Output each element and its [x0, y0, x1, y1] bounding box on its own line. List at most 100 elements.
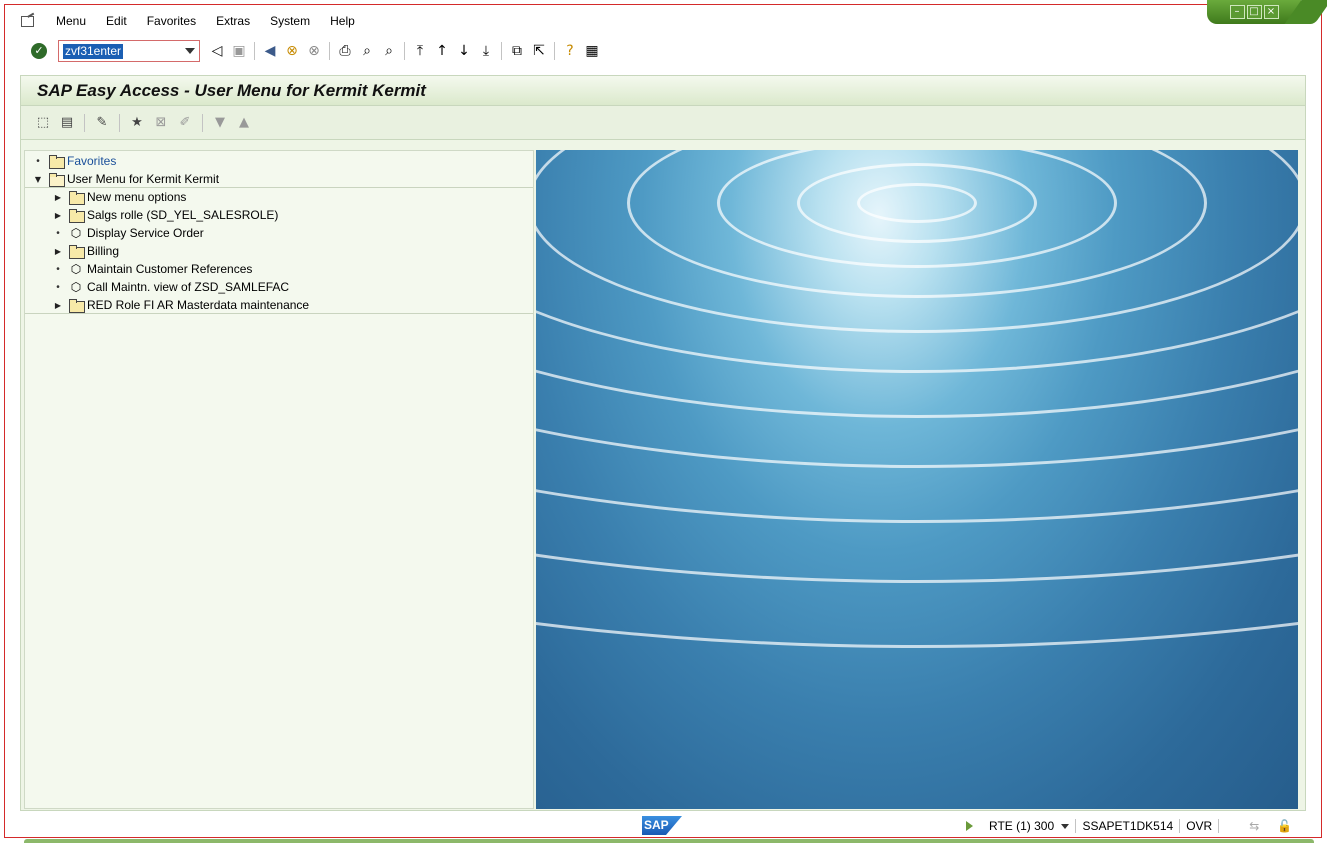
sap-logo: SAP — [642, 816, 682, 835]
tree-node-display-service-order[interactable]: • ⬡ Display Service Order — [53, 224, 204, 242]
user-menu-icon[interactable]: ✎ — [91, 112, 113, 134]
tree-node-call-maintn-view[interactable]: • ⬡ Call Maintn. view of ZSD_SAMLEFAC — [53, 278, 289, 296]
folder-icon — [69, 245, 85, 259]
bullet-icon: • — [56, 227, 60, 239]
menu-tree: • Favorites ▼ User Menu for Kermit Kermi… — [24, 150, 534, 809]
toolbar-separator — [119, 113, 120, 132]
main-panel: SAP Easy Access - User Menu for Kermit K… — [20, 75, 1306, 811]
folder-icon — [69, 191, 85, 205]
collapsed-arrow-icon[interactable]: ▶ — [53, 193, 63, 202]
create-shortcut-icon[interactable]: ⇱ — [529, 41, 549, 61]
enter-button[interactable]: ✓ — [29, 41, 49, 61]
open-folder-icon — [49, 173, 65, 187]
page-title: SAP Easy Access - User Menu for Kermit K… — [37, 80, 426, 100]
tree-node-label: Favorites — [67, 154, 117, 168]
help-icon[interactable]: ? — [560, 41, 580, 61]
find-icon[interactable]: ⌕ — [357, 41, 377, 61]
close-button[interactable]: × — [1263, 5, 1279, 19]
easy-access-picture — [536, 150, 1298, 809]
sap-menu-icon[interactable]: ▤ — [56, 112, 78, 134]
maximize-button[interactable]: □ — [1246, 5, 1262, 19]
next-page-icon[interactable]: ↓ — [454, 41, 474, 61]
find-next-icon[interactable]: ⌕ — [379, 41, 399, 61]
connection-icon: ⇆ — [1249, 819, 1260, 833]
tree-node-label: Display Service Order — [87, 226, 204, 240]
tree-node-new-menu-options[interactable]: ▶ New menu options — [53, 188, 186, 206]
tree-node-label: Salgs rolle (SD_YEL_SALESROLE) — [87, 208, 279, 222]
tree-node-label: RED Role FI AR Masterdata maintenance — [87, 298, 310, 312]
server-name: SSAPET1DK514 — [1076, 819, 1181, 833]
bullet-icon: • — [36, 155, 40, 167]
system-client[interactable]: RTE (1) 300 — [983, 819, 1077, 833]
application-toolbar: ⬚ ▤ ✎ ★ ⊠ ✐ ▼ ▲ — [21, 106, 1305, 140]
folder-icon — [69, 209, 85, 223]
window-controls: – □ × — [1207, 0, 1301, 24]
tree-node-label: Billing — [87, 244, 120, 258]
menu-system[interactable]: System — [270, 14, 310, 28]
tree-divider — [25, 313, 533, 314]
ripple-ring — [536, 150, 1298, 648]
tree-node-favorites[interactable]: • Favorites — [33, 152, 116, 170]
chevron-down-icon[interactable] — [1061, 824, 1070, 830]
change-favorite-icon[interactable]: ✐ — [174, 112, 196, 134]
tree-node-red-role[interactable]: ▶ RED Role FI AR Masterdata maintenance — [53, 296, 309, 314]
menu-favorites[interactable]: Favorites — [147, 14, 196, 28]
previous-page-icon[interactable]: ↑ — [432, 41, 452, 61]
bottom-bar — [24, 839, 1314, 843]
transaction-cube-icon: ⬡ — [70, 262, 82, 276]
customize-icon[interactable]: ▦ — [582, 41, 602, 61]
delete-favorite-icon[interactable]: ⊠ — [150, 112, 172, 134]
expand-status-icon[interactable] — [966, 821, 973, 831]
command-field[interactable]: zvf31enter — [58, 40, 200, 62]
toolbar-separator — [329, 42, 330, 60]
menu-menu[interactable]: Menu — [56, 14, 86, 28]
tree-node-maintain-customer-references[interactable]: • ⬡ Maintain Customer References — [53, 260, 252, 278]
add-favorite-icon[interactable]: ★ — [126, 112, 148, 134]
collapse-toolbar-icon[interactable]: ◁ — [207, 41, 227, 61]
standard-toolbar: ✓ zvf31enter ◁ ▣ ◀ ⊗ ⊗ ⎙ ⌕ ⌕ ⤒ ↑ ↓ ⤓ ⧉ ⇱… — [28, 38, 603, 64]
expanded-arrow-icon[interactable]: ▼ — [33, 175, 43, 184]
toolbar-separator — [254, 42, 255, 60]
first-page-icon[interactable]: ⤒ — [410, 41, 430, 61]
menu-extras[interactable]: Extras — [216, 14, 250, 28]
toolbar-separator — [202, 113, 203, 132]
minimize-button[interactable]: – — [1229, 5, 1245, 19]
system-info: RTE (1) 300 SSAPET1DK514 OVR ⇆ 🔓 — [960, 817, 1292, 835]
transaction-cube-icon: ⬡ — [70, 280, 82, 294]
bullet-icon: • — [56, 263, 60, 275]
tree-node-label: Maintain Customer References — [87, 262, 253, 276]
collapsed-arrow-icon[interactable]: ▶ — [53, 247, 63, 256]
toolbar-separator — [554, 42, 555, 60]
chevron-down-icon[interactable] — [185, 48, 195, 54]
tree-node-label: Call Maintn. view of ZSD_SAMLEFAC — [87, 280, 290, 294]
menu-edit[interactable]: Edit — [106, 14, 127, 28]
folder-icon — [69, 299, 85, 313]
print-icon[interactable]: ⎙ — [335, 41, 355, 61]
menu-bar: Menu Edit Favorites Extras System Help — [12, 10, 365, 32]
system-client-label: RTE (1) 300 — [989, 819, 1055, 833]
lock-icon[interactable]: 🔓 — [1277, 819, 1292, 833]
insert-mode: OVR — [1180, 819, 1220, 833]
tree-node-label: User Menu for Kermit Kermit — [67, 172, 220, 186]
move-down-icon[interactable]: ▼ — [209, 112, 231, 134]
move-up-icon[interactable]: ▲ — [233, 112, 255, 134]
tree-node-label: New menu options — [87, 190, 187, 204]
save-icon[interactable]: ▣ — [229, 41, 249, 61]
back-icon[interactable]: ◀ — [260, 41, 280, 61]
tree-node-billing[interactable]: ▶ Billing — [53, 242, 119, 260]
exit-icon[interactable]: ⊗ — [282, 41, 302, 61]
collapsed-arrow-icon[interactable]: ▶ — [53, 211, 63, 220]
tree-node-salgs-rolle[interactable]: ▶ Salgs rolle (SD_YEL_SALESROLE) — [53, 206, 278, 224]
other-menu-icon[interactable]: ⬚ — [32, 112, 54, 134]
last-page-icon[interactable]: ⤓ — [476, 41, 496, 61]
toolbar-separator — [84, 113, 85, 132]
collapsed-arrow-icon[interactable]: ▶ — [53, 301, 63, 310]
customize-layout-icon[interactable] — [20, 14, 38, 28]
menu-help[interactable]: Help — [330, 14, 355, 28]
toolbar-separator — [404, 42, 405, 60]
create-session-icon[interactable]: ⧉ — [507, 41, 527, 61]
cancel-icon[interactable]: ⊗ — [304, 41, 324, 61]
tree-node-user-menu[interactable]: ▼ User Menu for Kermit Kermit — [33, 170, 219, 188]
toolbar-separator — [501, 42, 502, 60]
status-bar: SAP RTE (1) 300 SSAPET1DK514 OVR ⇆ 🔓 — [0, 813, 1327, 839]
